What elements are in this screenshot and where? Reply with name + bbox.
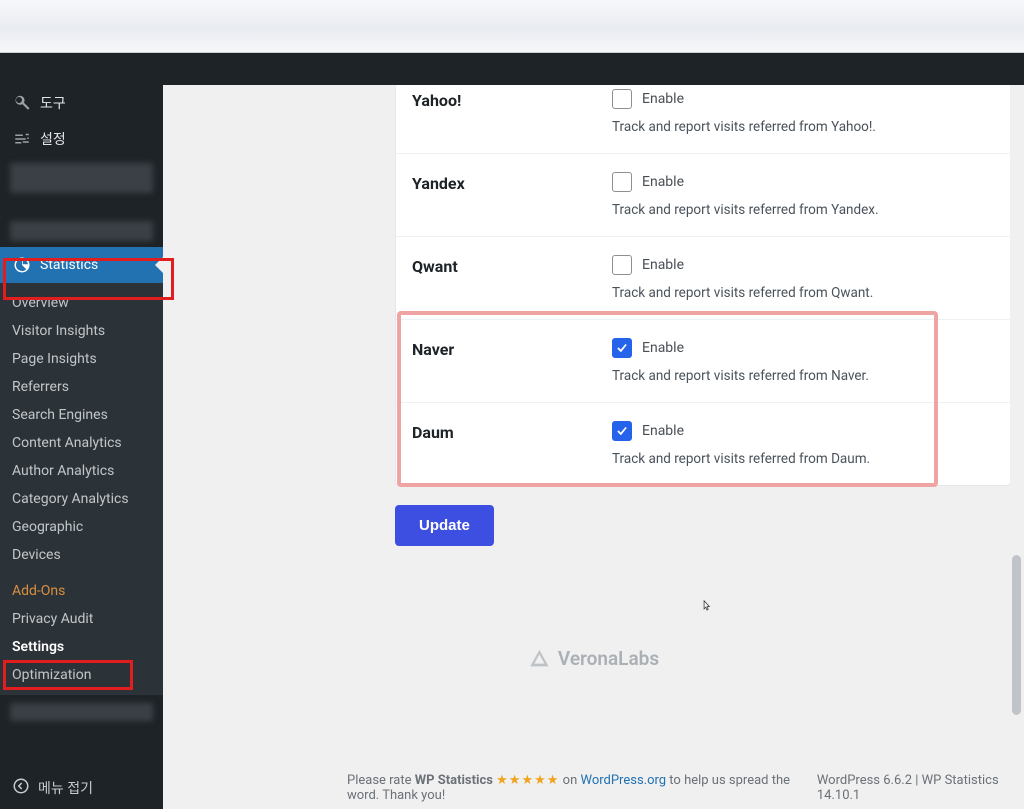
veronalabs-brand: VeronaLabs — [528, 647, 659, 670]
wp-admin-toolbar[interactable] — [0, 53, 1024, 85]
engine-desc: Track and report visits referred from Ya… — [612, 119, 982, 135]
engine-desc: Track and report visits referred from Ya… — [612, 202, 982, 218]
engine-desc: Track and report visits referred from Na… — [612, 368, 982, 384]
pie-chart-icon — [12, 255, 32, 275]
engine-desc: Track and report visits referred from Qw… — [612, 285, 982, 301]
submenu-page-insights[interactable]: Page Insights — [0, 345, 163, 373]
footer-left: Please rate WP Statistics ★★★★★ on WordP… — [347, 773, 817, 803]
statistics-submenu: Overview Visitor Insights Page Insights … — [0, 283, 163, 695]
sidebar-item-label: Statistics — [40, 257, 98, 273]
wrench-icon — [12, 93, 32, 113]
submenu-optimization[interactable]: Optimization — [0, 661, 163, 689]
submenu-overview[interactable]: Overview — [0, 289, 163, 317]
sliders-icon — [12, 129, 32, 149]
checkbox-daum[interactable] — [612, 421, 632, 441]
submenu-category-analytics[interactable]: Category Analytics — [0, 485, 163, 513]
checkbox-qwant[interactable] — [612, 255, 632, 275]
sidebar-item-label: 도구 — [40, 93, 66, 113]
submenu-author-analytics[interactable]: Author Analytics — [0, 457, 163, 485]
collapse-label: 메뉴 접기 — [38, 778, 93, 798]
row-daum: Daum Enable Track and report visits refe… — [396, 403, 1010, 485]
sidebar-item-label: 설정 — [40, 129, 66, 149]
wordpress-org-link[interactable]: WordPress.org — [580, 773, 666, 788]
collapse-menu[interactable]: 메뉴 접기 — [0, 767, 163, 809]
submenu-content-analytics[interactable]: Content Analytics — [0, 429, 163, 457]
engine-name: Daum — [412, 421, 612, 467]
enable-label: Enable — [642, 174, 684, 190]
blurred-item — [10, 221, 153, 241]
engine-name: Yahoo! — [412, 89, 612, 135]
engine-desc: Track and report visits referred from Da… — [612, 451, 982, 467]
blurred-item — [10, 163, 153, 193]
row-naver: Naver Enable Track and report visits ref… — [396, 320, 1010, 403]
sidebar-item-tools[interactable]: 도구 — [0, 85, 163, 121]
vertical-scrollbar[interactable] — [1010, 85, 1023, 809]
admin-sidebar: 도구 설정 Statistics Overview Visitor Insigh… — [0, 85, 163, 809]
checkbox-naver[interactable] — [612, 338, 632, 358]
checkbox-yandex[interactable] — [612, 172, 632, 192]
main-content: Yahoo! Enable Track and report visits re… — [163, 85, 1024, 809]
submenu-devices[interactable]: Devices — [0, 541, 163, 569]
browser-chrome — [0, 0, 1024, 53]
enable-label: Enable — [642, 257, 684, 273]
submenu-addons[interactable]: Add-Ons — [0, 577, 163, 605]
sidebar-item-settings[interactable]: 설정 — [0, 121, 163, 157]
blurred-item — [10, 703, 153, 721]
submenu-referrers[interactable]: Referrers — [0, 373, 163, 401]
search-engines-settings-card: Yahoo! Enable Track and report visits re… — [395, 85, 1011, 486]
mouse-cursor-icon — [700, 596, 714, 616]
engine-name: Qwant — [412, 255, 612, 301]
engine-name: Yandex — [412, 172, 612, 218]
enable-label: Enable — [642, 423, 684, 439]
row-yandex: Yandex Enable Track and report visits re… — [396, 154, 1010, 237]
engine-name: Naver — [412, 338, 612, 384]
rating-stars[interactable]: ★★★★★ — [496, 773, 559, 788]
collapse-icon — [12, 777, 30, 799]
enable-label: Enable — [642, 340, 684, 356]
brand-text: VeronaLabs — [558, 647, 659, 670]
enable-label: Enable — [642, 91, 684, 107]
submenu-search-engines[interactable]: Search Engines — [0, 401, 163, 429]
row-qwant: Qwant Enable Track and report visits ref… — [396, 237, 1010, 320]
submenu-settings[interactable]: Settings — [0, 633, 163, 661]
sidebar-item-statistics[interactable]: Statistics — [0, 247, 163, 283]
viewport: 도구 설정 Statistics Overview Visitor Insigh… — [0, 85, 1024, 809]
submenu-privacy-audit[interactable]: Privacy Audit — [0, 605, 163, 633]
row-yahoo: Yahoo! Enable Track and report visits re… — [396, 85, 1010, 154]
footer-version: WordPress 6.6.2 | WP Statistics 14.10.1 — [817, 773, 1014, 803]
submenu-visitor-insights[interactable]: Visitor Insights — [0, 317, 163, 345]
submenu-geographic[interactable]: Geographic — [0, 513, 163, 541]
checkbox-yahoo[interactable] — [612, 89, 632, 109]
update-button[interactable]: Update — [395, 505, 494, 546]
admin-footer: Please rate WP Statistics ★★★★★ on WordP… — [347, 773, 1014, 803]
